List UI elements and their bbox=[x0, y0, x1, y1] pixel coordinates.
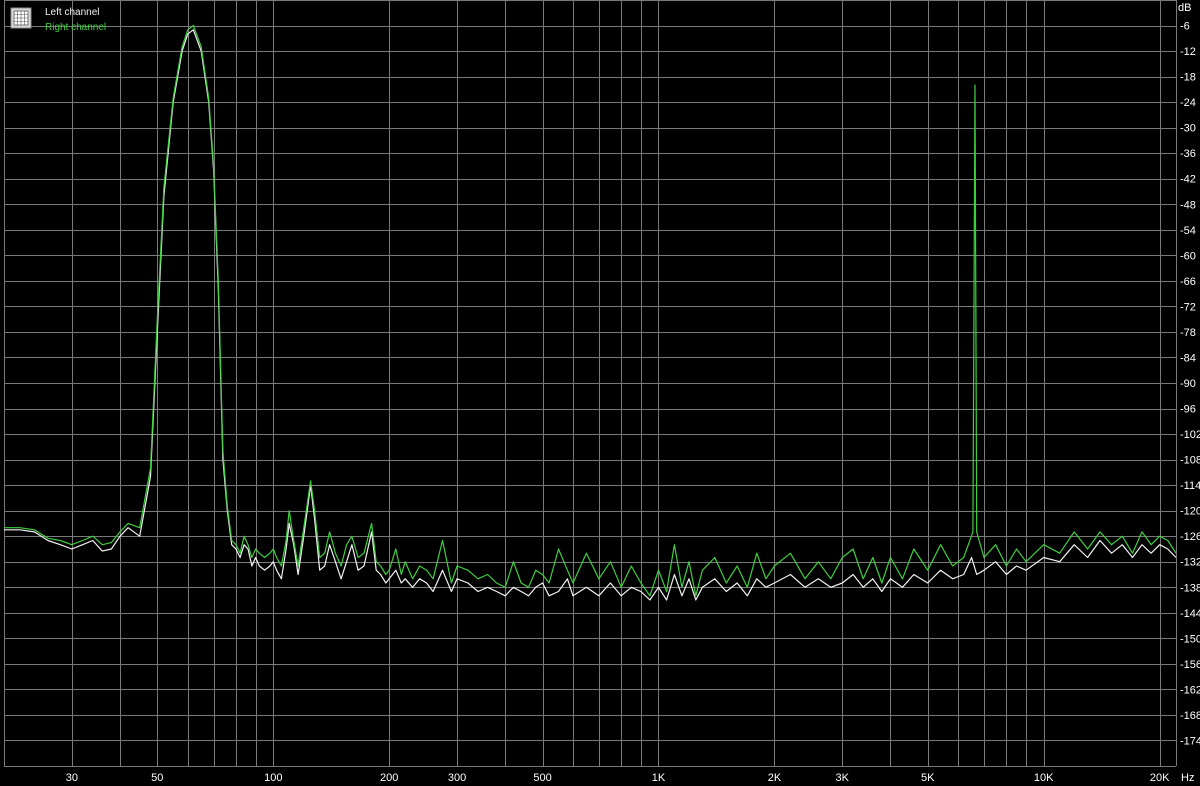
y-tick-label: -102 bbox=[1180, 429, 1200, 441]
x-tick-label: 5K bbox=[921, 772, 935, 784]
x-axis-unit-label: Hz bbox=[1181, 772, 1194, 784]
y-tick-label: -162 bbox=[1180, 684, 1200, 696]
spectrum-plot: -6 -12 -18 -24 -30 -36 -42 -48 -54 -60 -66 -72 -78 -8… bbox=[0, 0, 1200, 786]
x-tick-label: 20K bbox=[1150, 772, 1170, 784]
y-axis-unit-label: dB bbox=[1178, 2, 1191, 14]
x-tick-label: 30 bbox=[66, 772, 78, 784]
y-tick-label: -174 bbox=[1180, 735, 1200, 747]
y-tick-label: -120 bbox=[1180, 506, 1200, 518]
y-tick-label: -72 bbox=[1180, 301, 1196, 313]
y-tick-label: -48 bbox=[1180, 199, 1196, 211]
x-tick-label: 200 bbox=[380, 772, 398, 784]
x-tick-label: 300 bbox=[448, 772, 466, 784]
legend-item-left-channel: Left channel bbox=[45, 7, 100, 18]
y-tick-label: -168 bbox=[1180, 710, 1200, 722]
y-tick-label: -144 bbox=[1180, 608, 1200, 620]
y-tick-label: -96 bbox=[1180, 404, 1196, 416]
x-tick-label: 100 bbox=[264, 772, 282, 784]
y-tick-label: -78 bbox=[1180, 327, 1196, 339]
legend-item-right-channel: Right channel bbox=[45, 22, 106, 33]
x-tick-label: 3K bbox=[836, 772, 850, 784]
x-tick-label: 10K bbox=[1034, 772, 1054, 784]
y-tick-label: -90 bbox=[1180, 378, 1196, 390]
grid-icon[interactable] bbox=[10, 7, 32, 29]
y-tick-label: -150 bbox=[1180, 633, 1200, 645]
y-tick-label: -54 bbox=[1180, 225, 1196, 237]
y-tick-label: -30 bbox=[1180, 123, 1196, 135]
y-tick-label: -6 bbox=[1180, 21, 1190, 33]
y-tick-label: -66 bbox=[1180, 276, 1196, 288]
y-tick-label: -108 bbox=[1180, 455, 1200, 467]
y-tick-label: -132 bbox=[1180, 557, 1200, 569]
y-tick-label: -12 bbox=[1180, 46, 1196, 58]
y-tick-label: -42 bbox=[1180, 174, 1196, 186]
x-tick-label: 2K bbox=[768, 772, 782, 784]
y-tick-label: -60 bbox=[1180, 250, 1196, 262]
y-tick-label: -24 bbox=[1180, 97, 1196, 109]
y-tick-label: -138 bbox=[1180, 582, 1200, 594]
x-tick-label: 1K bbox=[652, 772, 666, 784]
y-tick-label: -84 bbox=[1180, 352, 1196, 364]
x-tick-label: 50 bbox=[151, 772, 163, 784]
y-tick-label: -156 bbox=[1180, 659, 1200, 671]
y-tick-label: -18 bbox=[1180, 72, 1196, 84]
y-tick-label: -114 bbox=[1180, 480, 1200, 492]
y-tick-label: -126 bbox=[1180, 531, 1200, 543]
x-tick-label: 500 bbox=[533, 772, 551, 784]
y-tick-label: -36 bbox=[1180, 148, 1196, 160]
